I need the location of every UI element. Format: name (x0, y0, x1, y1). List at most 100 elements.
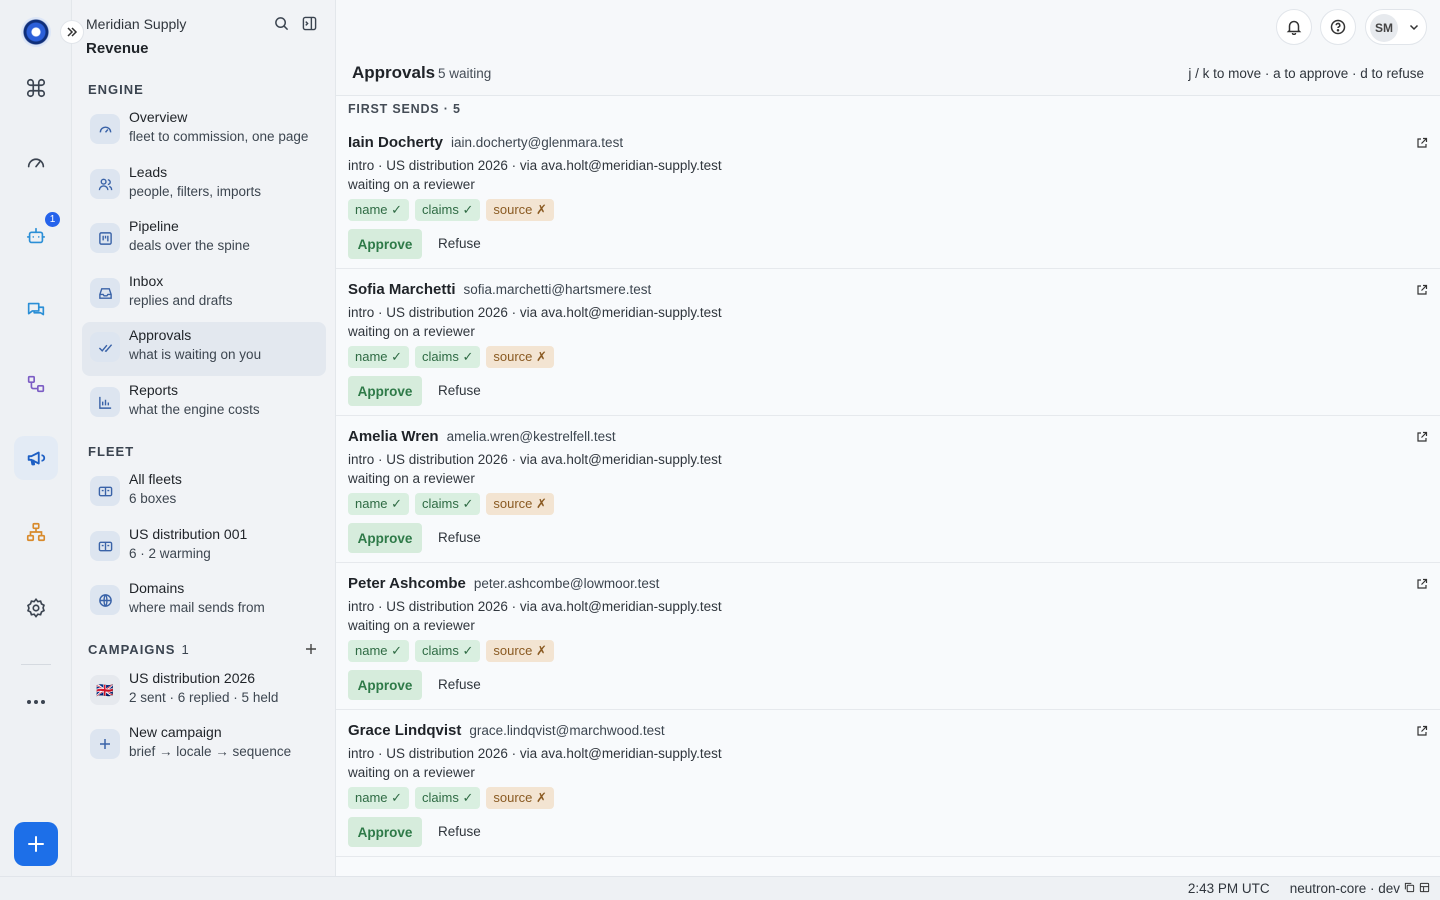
check-tag-source: source ✗ (486, 346, 554, 368)
group-header: FIRST SENDS · 5 (348, 102, 461, 116)
nav-item-domains[interactable]: Domains where mail sends from (82, 575, 326, 629)
clock: 2:43 PM UTC (1187, 881, 1270, 896)
nav-item-all-fleets[interactable]: All fleets 6 boxes (82, 466, 326, 520)
nav-item-campaign-us-distribution-2026[interactable]: 🇬🇧 US distribution 2026 2 sent · 6 repli… (82, 665, 326, 719)
app-logo[interactable] (21, 17, 51, 47)
chat-icon[interactable] (14, 288, 58, 332)
nav-subtitle: replies and drafts (129, 293, 233, 308)
approve-button[interactable]: Approve (348, 523, 422, 553)
approval-card[interactable]: Sofia Marchetti sofia.marchetti@hartsmere… (336, 269, 1440, 416)
nav-title: Pipeline (129, 218, 179, 234)
waiting-count: 5 waiting (438, 66, 492, 81)
search-icon[interactable] (274, 16, 289, 31)
section-campaigns: CAMPAIGNS 1 (88, 642, 189, 657)
icon-rail: 1 (0, 0, 72, 876)
approve-button[interactable]: Approve (348, 817, 422, 847)
nav-item-us-distribution-001[interactable]: US distribution 001 6 · 2 warming (82, 521, 326, 575)
nav-title: Domains (129, 580, 185, 596)
org-name[interactable]: Meridian Supply (86, 16, 186, 32)
lead-email: peter.ashcombe@lowmoor.test (473, 576, 660, 591)
database-icon[interactable] (1419, 881, 1430, 896)
send-meta: intro · US distribution 2026 · via ava.h… (348, 305, 722, 320)
panel-toggle-icon[interactable] (302, 16, 317, 31)
check-tag-claims: claims ✓ (415, 346, 481, 368)
external-link-icon[interactable] (1416, 136, 1428, 154)
refuse-button[interactable]: Refuse (438, 677, 481, 692)
nav-item-pipeline[interactable]: Pipeline deals over the spine (82, 213, 326, 267)
approve-button[interactable]: Approve (348, 670, 422, 700)
external-link-icon[interactable] (1416, 724, 1428, 742)
approval-card[interactable]: Peter Ashcombe peter.ashcombe@lowmoor.tes… (336, 563, 1440, 710)
nav-subtitle: what the engine costs (129, 402, 260, 417)
check-tag-claims: claims ✓ (415, 199, 481, 221)
check-tag-source: source ✗ (486, 199, 554, 221)
nav-subtitle: 6 · 2 warming (129, 546, 211, 561)
kanban-icon (90, 223, 120, 253)
nav-item-overview[interactable]: Overview fleet to commission, one page (82, 104, 326, 158)
external-link-icon[interactable] (1416, 577, 1428, 595)
workflow-icon[interactable] (14, 362, 58, 406)
nav-subtitle: brief → locale → sequence (129, 744, 292, 759)
gear-icon[interactable] (14, 586, 58, 630)
more-icon[interactable] (14, 680, 58, 724)
bar-chart-icon (90, 387, 120, 417)
approval-card[interactable]: Grace Lindqvist grace.lindqvist@marchwood… (336, 710, 1440, 857)
uk-flag-icon: 🇬🇧 (90, 675, 120, 705)
check-tag-claims: claims ✓ (415, 493, 481, 515)
refuse-button[interactable]: Refuse (438, 236, 481, 251)
plus-icon (90, 729, 120, 759)
org-chart-icon[interactable] (14, 510, 58, 554)
external-link-icon[interactable] (1416, 430, 1428, 448)
users-icon (90, 169, 120, 199)
nav-title: US distribution 2026 (129, 670, 256, 686)
section-fleet: FLEET (88, 444, 135, 459)
section-campaigns-label: CAMPAIGNS (88, 642, 176, 657)
nav-subtitle: 2 sent · 6 replied · 5 held (129, 690, 279, 705)
nav-subtitle: 6 boxes (129, 491, 177, 506)
lead-email: amelia.wren@kestrelfell.test (446, 429, 616, 444)
nav-title: Approvals (129, 327, 192, 343)
megaphone-icon[interactable] (14, 436, 58, 480)
check-tag-source: source ✗ (486, 787, 554, 809)
workspace-name[interactable]: Revenue (86, 40, 149, 57)
lead-email: iain.docherty@glenmara.test (451, 135, 624, 150)
approval-card[interactable]: Amelia Wren amelia.wren@kestrelfell.test … (336, 416, 1440, 563)
inbox-icon (90, 278, 120, 308)
refuse-button[interactable]: Refuse (438, 530, 481, 545)
nav-item-new-campaign[interactable]: New campaign brief → locale → sequence (82, 719, 326, 773)
refuse-button[interactable]: Refuse (438, 824, 481, 839)
nav-item-reports[interactable]: Reports what the engine costs (82, 377, 326, 431)
approval-card[interactable]: Iain Docherty iain.docherty@glenmara.test… (336, 122, 1440, 269)
lead-name: Peter Ashcombe (348, 575, 466, 592)
nav-item-inbox[interactable]: Inbox replies and drafts (82, 268, 326, 322)
lead-name: Sofia Marchetti (348, 281, 456, 298)
refuse-button[interactable]: Refuse (438, 383, 481, 398)
double-chevron-right-icon (67, 27, 78, 37)
create-button[interactable] (14, 822, 58, 866)
gauge-icon[interactable] (14, 140, 58, 184)
server-icon (90, 476, 120, 506)
external-link-icon[interactable] (1416, 283, 1428, 301)
approve-button[interactable]: Approve (348, 229, 422, 259)
approval-status: waiting on a reviewer (348, 765, 475, 780)
command-icon[interactable] (14, 66, 58, 110)
bot-icon[interactable]: 1 (14, 212, 60, 258)
nav-subtitle: deals over the spine (129, 238, 250, 253)
status-bar: 2:43 PM UTC neutron-core · dev (0, 876, 1440, 900)
nav-title: Reports (129, 382, 179, 398)
nav-title: US distribution 001 (129, 526, 248, 542)
globe-icon (90, 585, 120, 615)
nav-subtitle: people, filters, imports (129, 184, 262, 199)
add-campaign-button[interactable] (305, 642, 317, 660)
nav-item-approvals[interactable]: Approvals what is waiting on you (82, 322, 326, 376)
approval-status: waiting on a reviewer (348, 324, 475, 339)
nav-title: Overview (129, 109, 188, 125)
expand-sidebar-button[interactable] (60, 20, 84, 44)
check-tag-name: name ✓ (348, 346, 410, 368)
nav-title: Inbox (129, 273, 164, 289)
approve-button[interactable]: Approve (348, 376, 422, 406)
section-engine: ENGINE (88, 82, 144, 97)
copy-icon[interactable] (1404, 881, 1415, 896)
nav-item-leads[interactable]: Leads people, filters, imports (82, 159, 326, 213)
check-tag-source: source ✗ (486, 493, 554, 515)
